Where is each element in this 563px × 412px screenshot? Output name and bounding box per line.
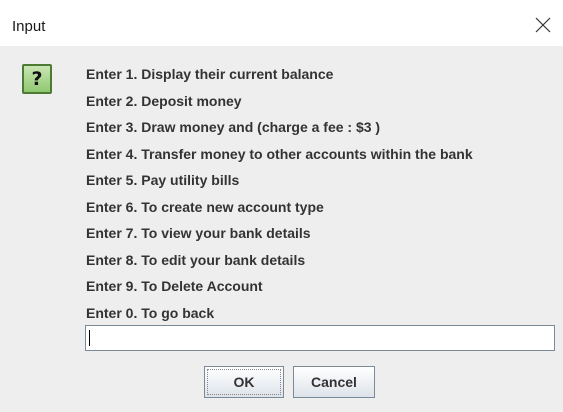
title-bar: Input — [0, 0, 563, 46]
message-line: Enter 8. To edit your bank details — [86, 251, 306, 268]
message-line: Enter 9. To Delete Account — [86, 278, 263, 294]
input-field[interactable] — [85, 325, 555, 351]
ok-button[interactable]: OK — [204, 366, 284, 398]
window-title: Input — [12, 18, 46, 35]
question-icon: ? — [22, 64, 52, 94]
message-line: Enter 1. Display their current balance — [86, 66, 334, 82]
dialog-content: ? Enter 1. Display their current balance… — [0, 46, 563, 412]
cancel-button[interactable]: Cancel — [293, 366, 375, 398]
close-icon[interactable] — [531, 13, 555, 37]
message-line: Enter 3. Draw money and (charge a fee : … — [86, 119, 381, 135]
input-dialog-window: Input ? Enter 1. Display their current b… — [0, 0, 563, 412]
message-line: Enter 2. Deposit money — [86, 92, 242, 109]
message-line: Enter 7. To view your bank details — [86, 225, 311, 241]
message-line: Enter 5. Pay utility bills — [86, 172, 240, 188]
message-line: Enter 4. Transfer money to other account… — [86, 145, 473, 162]
question-icon-glyph: ? — [31, 67, 43, 90]
message-line: Enter 6. To create new account type — [86, 198, 324, 215]
message-list: Enter 1. Display their current balance E… — [86, 64, 473, 329]
text-caret — [89, 330, 90, 346]
